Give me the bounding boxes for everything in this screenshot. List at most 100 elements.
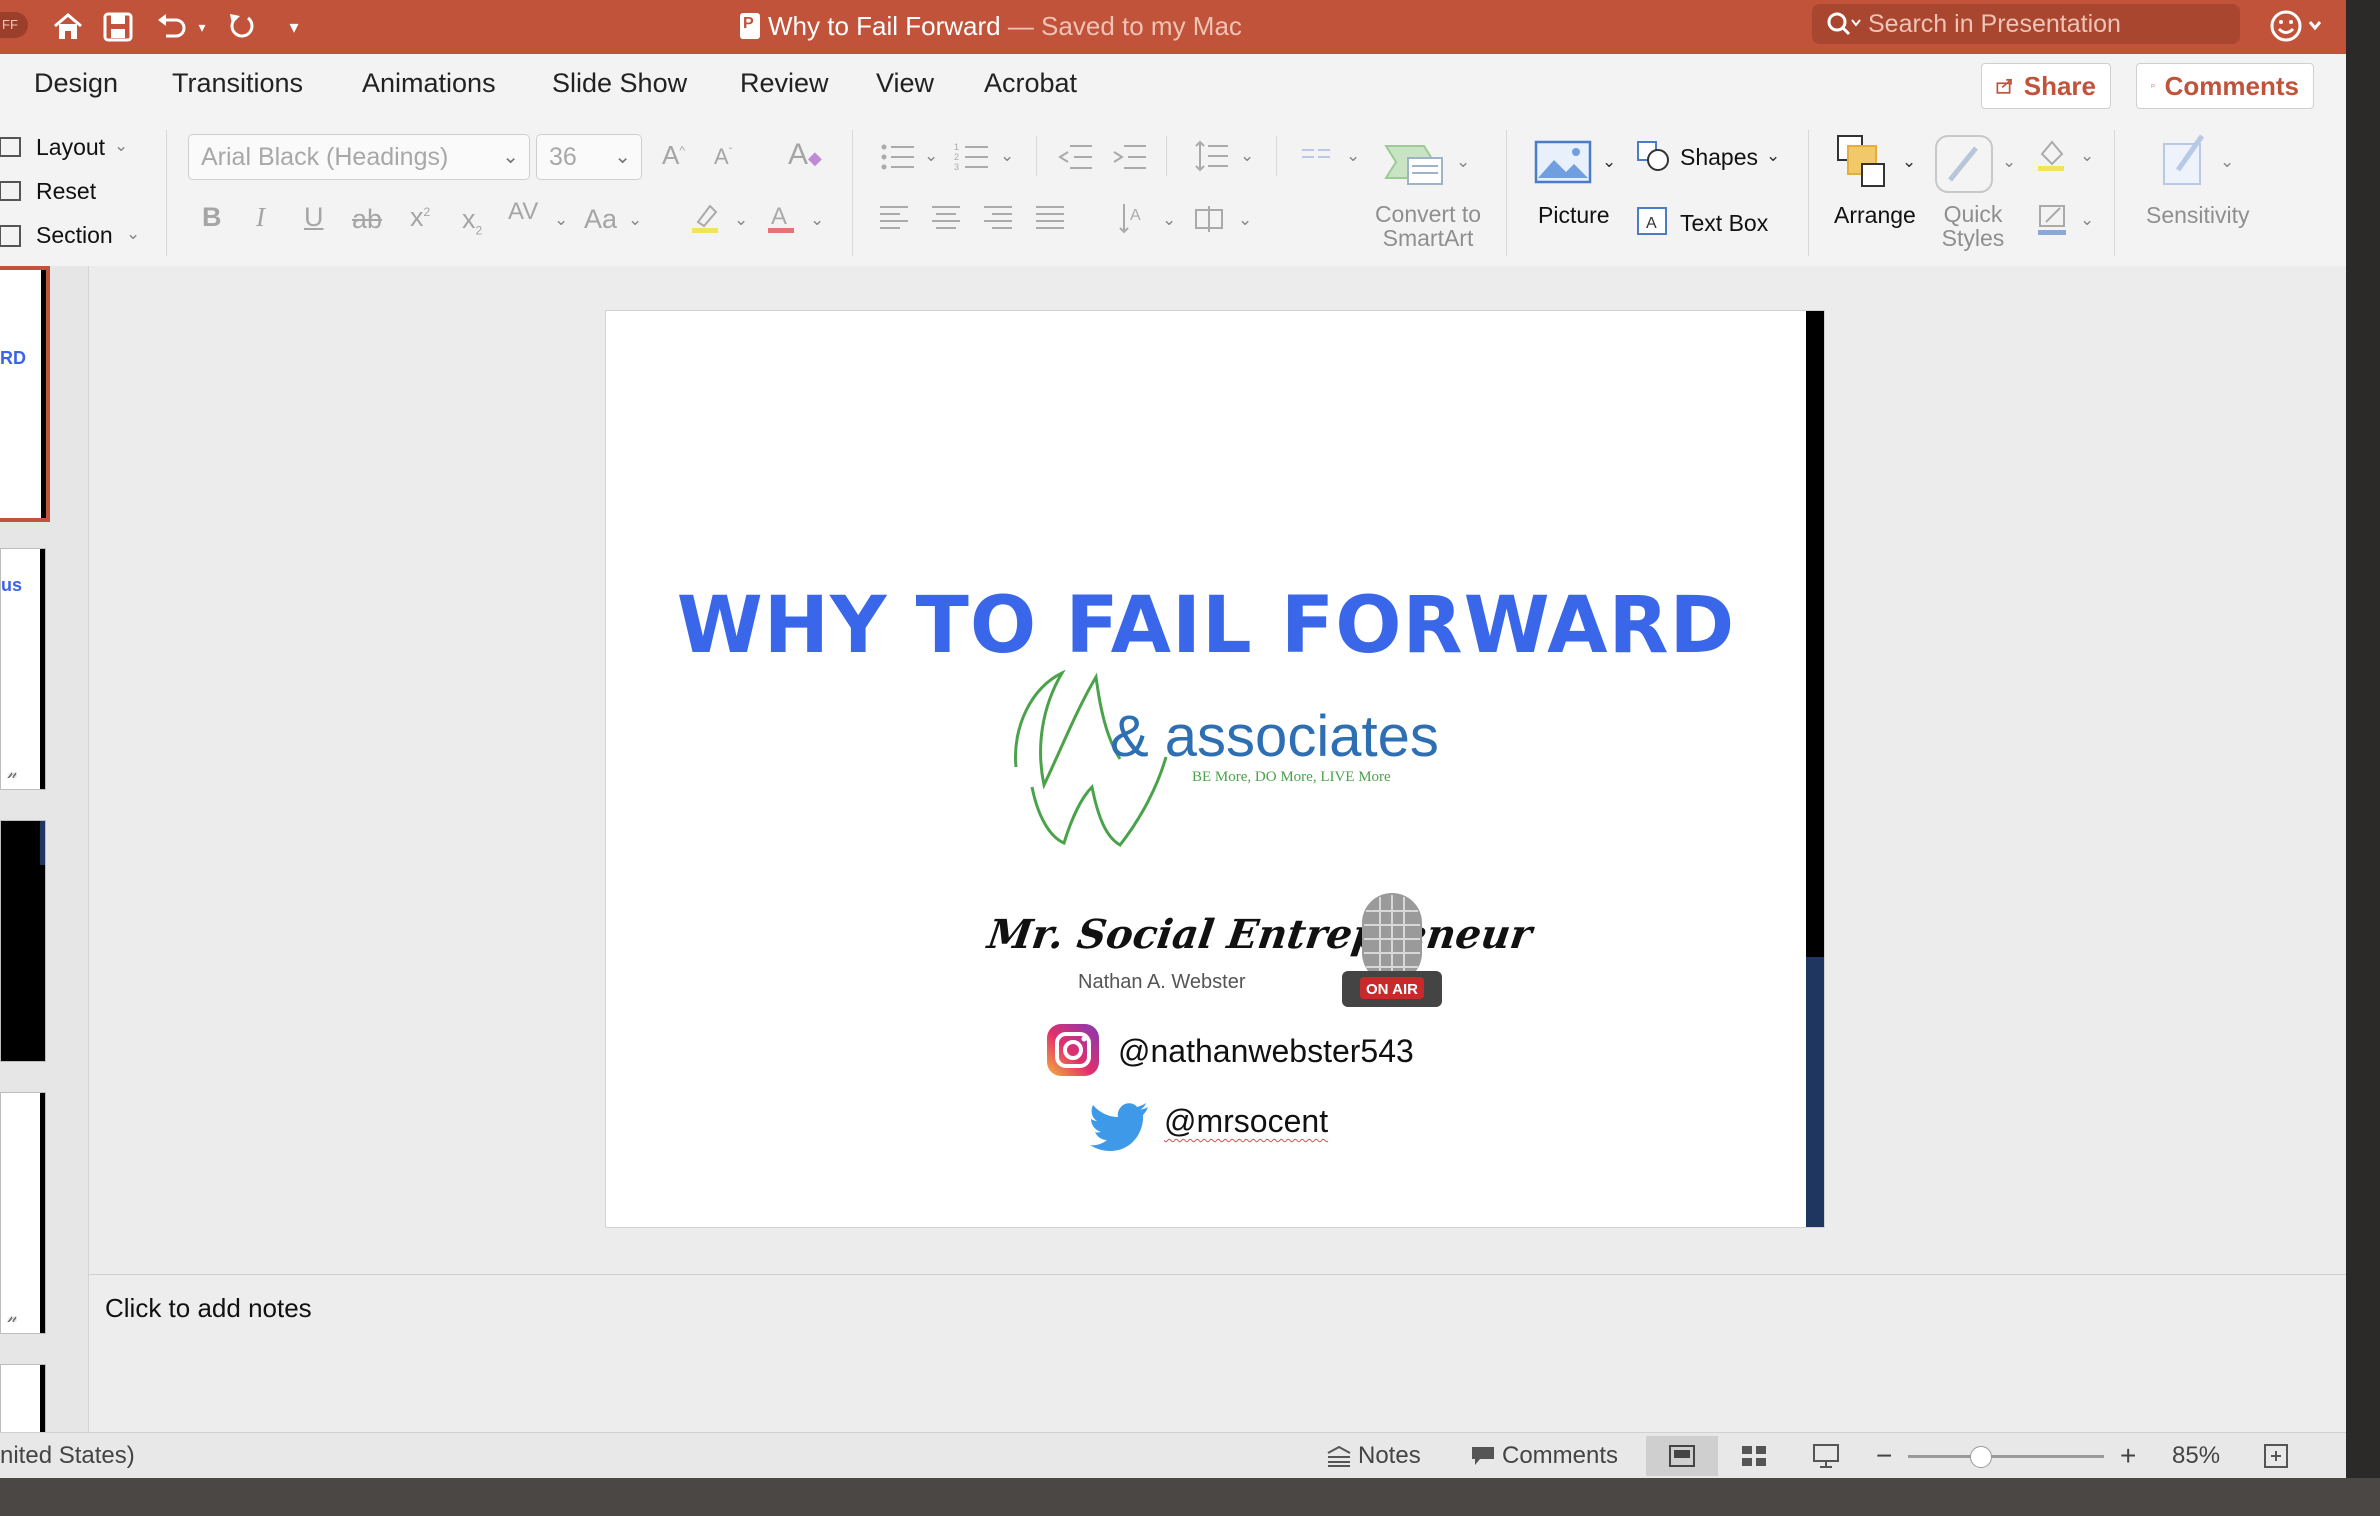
chevron-down-icon[interactable]: ⌄: [1000, 146, 1014, 166]
superscript-icon[interactable]: x2: [410, 204, 430, 231]
chevron-down-icon[interactable]: ⌄: [1456, 152, 1470, 172]
notes-toggle-button[interactable]: Notes: [1326, 1433, 1421, 1478]
chevron-down-icon[interactable]: ⌄: [2220, 152, 2234, 172]
chevron-down-icon[interactable]: ⌄: [554, 210, 568, 230]
zoom-level[interactable]: 85%: [2172, 1433, 2220, 1478]
increase-indent-icon[interactable]: [1112, 142, 1146, 177]
tab-design[interactable]: Design: [34, 68, 118, 99]
chevron-down-icon[interactable]: ⌄: [2080, 146, 2094, 166]
tab-review[interactable]: Review: [740, 68, 829, 99]
notes-placeholder[interactable]: Click to add notes: [105, 1293, 312, 1324]
zoom-out-button[interactable]: −: [1876, 1433, 1892, 1478]
tab-view[interactable]: View: [876, 68, 934, 99]
columns-icon[interactable]: [1302, 146, 1332, 173]
quick-styles-button[interactable]: Quick Styles: [1936, 202, 2010, 250]
picture-button[interactable]: Picture: [1538, 202, 1610, 229]
undo-icon[interactable]: [152, 8, 192, 46]
bold-icon[interactable]: B: [202, 204, 222, 231]
layout-dropdown-icon[interactable]: ⌄: [114, 136, 128, 156]
italic-icon[interactable]: I: [256, 204, 265, 231]
current-slide[interactable]: WHY TO FAIL FORWARD & associates BE More…: [606, 311, 1824, 1227]
font-name-select[interactable]: Arial Black (Headings) ⌄: [188, 134, 530, 180]
convert-to-smartart-button[interactable]: Convert to SmartArt: [1374, 202, 1482, 250]
slide-thumbnail-2[interactable]: us 𝓃: [0, 548, 46, 790]
chevron-down-icon[interactable]: ⌄: [734, 210, 748, 230]
decrease-indent-icon[interactable]: [1058, 142, 1092, 177]
redo-icon[interactable]: [222, 8, 262, 46]
chevron-down-icon[interactable]: ⌄: [1766, 146, 1780, 166]
normal-view-button[interactable]: [1646, 1436, 1718, 1476]
quick-styles-icon[interactable]: [1934, 134, 1994, 199]
chevron-down-icon[interactable]: ⌄: [810, 210, 824, 230]
chevron-down-icon[interactable]: ⌄: [628, 210, 642, 230]
chevron-down-icon[interactable]: ⌄: [1602, 152, 1616, 172]
fit-to-window-button[interactable]: [2262, 1433, 2290, 1478]
presenter-view-button[interactable]: [1790, 1436, 1862, 1476]
sensitivity-button[interactable]: Sensitivity: [2146, 202, 2250, 229]
increase-font-size-icon[interactable]: A^: [662, 142, 685, 168]
chevron-down-icon[interactable]: ⌄: [1162, 210, 1176, 230]
shapes-icon[interactable]: [1636, 140, 1672, 179]
change-case-icon[interactable]: Aa: [584, 206, 617, 233]
highlight-icon[interactable]: [690, 202, 720, 239]
tab-acrobat[interactable]: Acrobat: [984, 68, 1077, 99]
strikethrough-icon[interactable]: ab: [352, 206, 382, 233]
customize-toolbar-icon[interactable]: ▾: [280, 8, 308, 46]
save-icon[interactable]: [98, 8, 138, 46]
slide-thumbnails-pane[interactable]: RD us 𝓃 𝓃: [0, 266, 89, 1432]
tab-slide-show[interactable]: Slide Show: [552, 68, 687, 99]
line-spacing-icon[interactable]: [1194, 140, 1228, 177]
font-size-select[interactable]: 36 ⌄: [536, 134, 642, 180]
subscript-icon[interactable]: x2: [462, 205, 482, 236]
align-center-icon[interactable]: [932, 204, 962, 237]
slide-thumbnail-3[interactable]: [0, 820, 46, 1062]
align-right-icon[interactable]: [984, 204, 1014, 237]
shapes-button[interactable]: Shapes: [1680, 144, 1758, 171]
section-dropdown-icon[interactable]: ⌄: [126, 224, 140, 244]
language-indicator[interactable]: nited States): [0, 1433, 135, 1478]
share-button[interactable]: Share: [1981, 63, 2111, 109]
justify-icon[interactable]: [1036, 204, 1066, 237]
character-spacing-icon[interactable]: AV: [508, 200, 538, 224]
smartart-icon[interactable]: [1384, 140, 1446, 193]
notes-pane[interactable]: Click to add notes: [89, 1274, 2346, 1433]
home-icon[interactable]: [48, 8, 88, 46]
slide-sorter-view-button[interactable]: [1718, 1436, 1790, 1476]
text-direction-icon[interactable]: A: [1118, 202, 1148, 239]
bullets-icon[interactable]: [880, 142, 916, 177]
reset-button[interactable]: Reset: [36, 178, 96, 205]
sensitivity-icon[interactable]: [2158, 130, 2214, 193]
tab-transitions[interactable]: Transitions: [172, 68, 303, 99]
comments-button[interactable]: Comments: [2136, 63, 2314, 109]
align-text-icon[interactable]: [1192, 204, 1226, 239]
slide-thumbnail-1[interactable]: RD: [0, 266, 50, 522]
autosave-toggle[interactable]: FF: [0, 12, 28, 38]
decrease-font-size-icon[interactable]: Aˇ: [714, 146, 732, 168]
zoom-slider-thumb[interactable]: [1969, 1446, 1992, 1468]
search-input[interactable]: Search in Presentation: [1812, 4, 2240, 44]
comments-toggle-button[interactable]: Comments: [1470, 1433, 1618, 1478]
chevron-down-icon[interactable]: ⌄: [2080, 210, 2094, 230]
tab-animations[interactable]: Animations: [362, 68, 496, 99]
arrange-icon[interactable]: [1836, 134, 1892, 197]
chevron-down-icon[interactable]: ⌄: [924, 146, 938, 166]
slide-thumbnail-4[interactable]: 𝓃: [0, 1092, 46, 1334]
chevron-down-icon[interactable]: ⌄: [2002, 152, 2016, 172]
chevron-down-icon[interactable]: ⌄: [1346, 146, 1360, 166]
undo-dropdown-icon[interactable]: ▾: [192, 8, 212, 46]
section-button[interactable]: Section: [36, 222, 113, 249]
underline-icon[interactable]: U: [304, 204, 324, 231]
slide-title[interactable]: WHY TO FAIL FORWARD: [606, 581, 1806, 671]
numbering-icon[interactable]: 123: [954, 142, 990, 177]
shape-fill-icon[interactable]: [2036, 138, 2068, 177]
clear-formatting-icon[interactable]: A◆: [788, 140, 822, 170]
font-color-icon[interactable]: A: [766, 202, 796, 239]
zoom-in-button[interactable]: +: [2120, 1433, 2136, 1478]
picture-icon[interactable]: [1534, 138, 1592, 191]
chevron-down-icon[interactable]: ⌄: [1240, 146, 1254, 166]
slide-thumbnail-5[interactable]: [0, 1364, 46, 1432]
text-box-icon[interactable]: A: [1636, 206, 1670, 241]
zoom-slider[interactable]: [1908, 1455, 2104, 1458]
text-box-button[interactable]: Text Box: [1680, 210, 1768, 237]
feedback-smiley-icon[interactable]: [2266, 6, 2330, 46]
